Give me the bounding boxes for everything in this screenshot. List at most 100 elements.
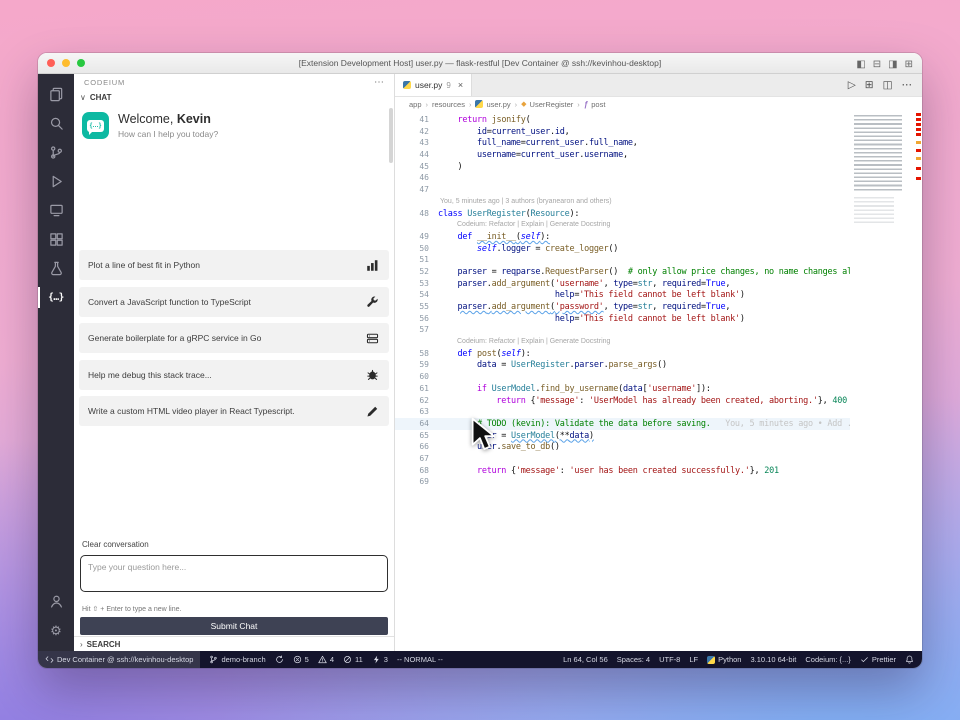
layout-sidebar-right-icon[interactable]: ◨ xyxy=(888,54,897,72)
code-line[interactable]: 42 id=current_user.id, xyxy=(395,126,850,138)
code-line[interactable]: 47 xyxy=(395,184,850,196)
suggestion-card[interactable]: Write a custom HTML video player in Reac… xyxy=(79,396,389,426)
line-number: 45 xyxy=(395,161,438,173)
layout-panel-icon[interactable]: ⊟ xyxy=(873,54,881,72)
layout-grid-icon[interactable]: ⊞ xyxy=(905,54,913,72)
activity-remote-explorer-button[interactable] xyxy=(38,196,74,225)
breadcrumb-separator: › xyxy=(426,100,429,109)
code-line[interactable]: 50 self.logger = create_logger() xyxy=(395,243,850,255)
suggestion-card[interactable]: Plot a line of best fit in Python xyxy=(79,250,389,280)
chat-input[interactable] xyxy=(80,555,388,592)
problems-errors[interactable]: 5 xyxy=(293,655,309,664)
submit-chat-button[interactable]: Submit Chat xyxy=(80,617,388,635)
code-line[interactable]: 65 user = UserModel(**data) xyxy=(395,430,850,442)
codeium-logo: {…} xyxy=(82,112,109,139)
activity-account-button[interactable] xyxy=(38,587,74,616)
suggestion-card[interactable]: Convert a JavaScript function to TypeScr… xyxy=(79,287,389,317)
lens-line[interactable]: Codeium: Refactor | Explain | Generate D… xyxy=(395,336,850,348)
suggestion-card[interactable]: Generate boilerplate for a gRPC service … xyxy=(79,323,389,353)
split-editor-button[interactable]: ◫ xyxy=(883,80,893,91)
code-line[interactable]: 43 full_name=current_user.full_name, xyxy=(395,137,850,149)
remote-indicator[interactable]: Dev Container @ ssh://kevinhou-desktop xyxy=(38,651,200,668)
activity-debug-button[interactable] xyxy=(38,167,74,196)
code-area: 41 return jsonify(42 id=current_user.id,… xyxy=(395,111,922,651)
layout-grid-button[interactable]: ⊞ xyxy=(865,80,874,91)
codelens-text[interactable]: Codeium: Refactor | Explain | Generate D… xyxy=(438,219,610,231)
cursor-position[interactable]: Ln 64, Col 56 xyxy=(563,655,608,664)
more-actions-icon[interactable]: ⋯ xyxy=(374,77,384,88)
code-line[interactable]: 55 parser.add_argument('password', type=… xyxy=(395,301,850,313)
activity-explorer-button[interactable] xyxy=(38,80,74,109)
sidebar-scrollbar[interactable] xyxy=(389,108,393,163)
code-line[interactable]: 59 data = UserRegister.parser.parse_args… xyxy=(395,359,850,371)
codeium-status[interactable]: Codeium: {...} xyxy=(805,655,850,664)
activity-codeium-button[interactable]: {…} xyxy=(38,283,74,312)
status-label: Spaces: 4 xyxy=(617,655,650,664)
chat-section-header[interactable]: ∨ CHAT xyxy=(74,90,394,105)
notifications[interactable] xyxy=(905,655,914,664)
code-line[interactable]: 67 xyxy=(395,453,850,465)
code-line[interactable]: 56 help='This field cannot be left blank… xyxy=(395,313,850,325)
tab-close-icon[interactable]: × xyxy=(458,80,463,90)
code-line[interactable]: 58 def post(self): xyxy=(395,348,850,360)
code-line[interactable]: 57 xyxy=(395,324,850,336)
activity-search-button[interactable] xyxy=(38,109,74,138)
code-line[interactable]: 44 username=current_user.username, xyxy=(395,149,850,161)
run-button[interactable]: ▷ xyxy=(848,80,856,91)
breadcrumb-item[interactable]: user.py xyxy=(475,100,510,109)
zoom-button[interactable] xyxy=(77,59,85,67)
code-line[interactable]: 63 xyxy=(395,406,850,418)
prettier[interactable]: Prettier xyxy=(860,655,896,664)
breadcrumb-label: UserRegister xyxy=(530,100,574,109)
search-section-header[interactable]: › SEARCH xyxy=(74,636,394,651)
python-interpreter[interactable]: 3.10.10 64-bit xyxy=(750,655,796,664)
clear-conversation-link[interactable]: Clear conversation xyxy=(82,540,149,549)
suggestion-label: Plot a line of best fit in Python xyxy=(79,260,366,270)
encoding[interactable]: UTF-8 xyxy=(659,655,680,664)
code-line[interactable]: 48class UserRegister(Resource): xyxy=(395,208,850,220)
breadcrumb-item[interactable]: app xyxy=(409,100,422,109)
more-button[interactable]: ⋯ xyxy=(902,80,913,91)
minimap[interactable] xyxy=(850,111,922,651)
problems-info[interactable]: 11 xyxy=(343,655,363,664)
codelens-text[interactable]: Codeium: Refactor | Explain | Generate D… xyxy=(438,336,610,348)
lens-line[interactable]: Codeium: Refactor | Explain | Generate D… xyxy=(395,219,850,231)
code-line[interactable]: 68 return {'message': 'user has been cre… xyxy=(395,465,850,477)
language-mode[interactable]: Python xyxy=(707,655,741,664)
breadcrumb-item[interactable]: resources xyxy=(432,100,465,109)
code-line[interactable]: 53 parser.add_argument('username', type=… xyxy=(395,278,850,290)
titlebar[interactable]: [Extension Development Host] user.py — f… xyxy=(38,53,922,74)
code-line[interactable]: 49 def __init__(self): xyxy=(395,231,850,243)
suggestion-card[interactable]: Help me debug this stack trace... xyxy=(79,360,389,390)
code-line[interactable]: 61 if UserModel.find_by_username(data['u… xyxy=(395,383,850,395)
forwarded-ports[interactable]: 3 xyxy=(372,655,388,664)
activity-testing-button[interactable] xyxy=(38,254,74,283)
code-line[interactable]: 54 help='This field cannot be left blank… xyxy=(395,289,850,301)
breadcrumb-item[interactable]: ƒpost xyxy=(584,100,606,109)
code-line[interactable]: 64 # TODO (kevin): Validate the data bef… xyxy=(395,418,850,430)
code-line[interactable]: 46 xyxy=(395,172,850,184)
minimize-button[interactable] xyxy=(62,59,70,67)
code-line[interactable]: 66 user.save_to_db() xyxy=(395,441,850,453)
close-button[interactable] xyxy=(47,59,55,67)
tab-user-py[interactable]: user.py 9 × xyxy=(395,74,472,96)
breadcrumb-item[interactable]: ◆UserRegister xyxy=(521,100,573,109)
code-line[interactable]: 45 ) xyxy=(395,161,850,173)
problems-warnings[interactable]: 4 xyxy=(318,655,334,664)
vim-mode[interactable]: -- NORMAL -- xyxy=(397,655,443,664)
git-branch[interactable]: demo-branch xyxy=(209,655,265,664)
indentation[interactable]: Spaces: 4 xyxy=(617,655,650,664)
git-sync[interactable] xyxy=(275,655,284,664)
activity-source-control-button[interactable] xyxy=(38,138,74,167)
blame-line[interactable]: You, 5 minutes ago | 3 authors (bryanear… xyxy=(395,196,850,208)
code-line[interactable]: 62 return {'message': 'UserModel has alr… xyxy=(395,395,850,407)
eol[interactable]: LF xyxy=(689,655,698,664)
activity-extensions-button[interactable] xyxy=(38,225,74,254)
code-line[interactable]: 52 parser = reqparse.RequestParser() # o… xyxy=(395,266,850,278)
activity-settings-button[interactable]: ⚙ xyxy=(38,616,74,645)
code-line[interactable]: 60 xyxy=(395,371,850,383)
code-line[interactable]: 69 xyxy=(395,476,850,488)
code-line[interactable]: 41 return jsonify( xyxy=(395,114,850,126)
layout-sidebar-left-icon[interactable]: ◧ xyxy=(856,54,865,72)
code-line[interactable]: 51 xyxy=(395,254,850,266)
